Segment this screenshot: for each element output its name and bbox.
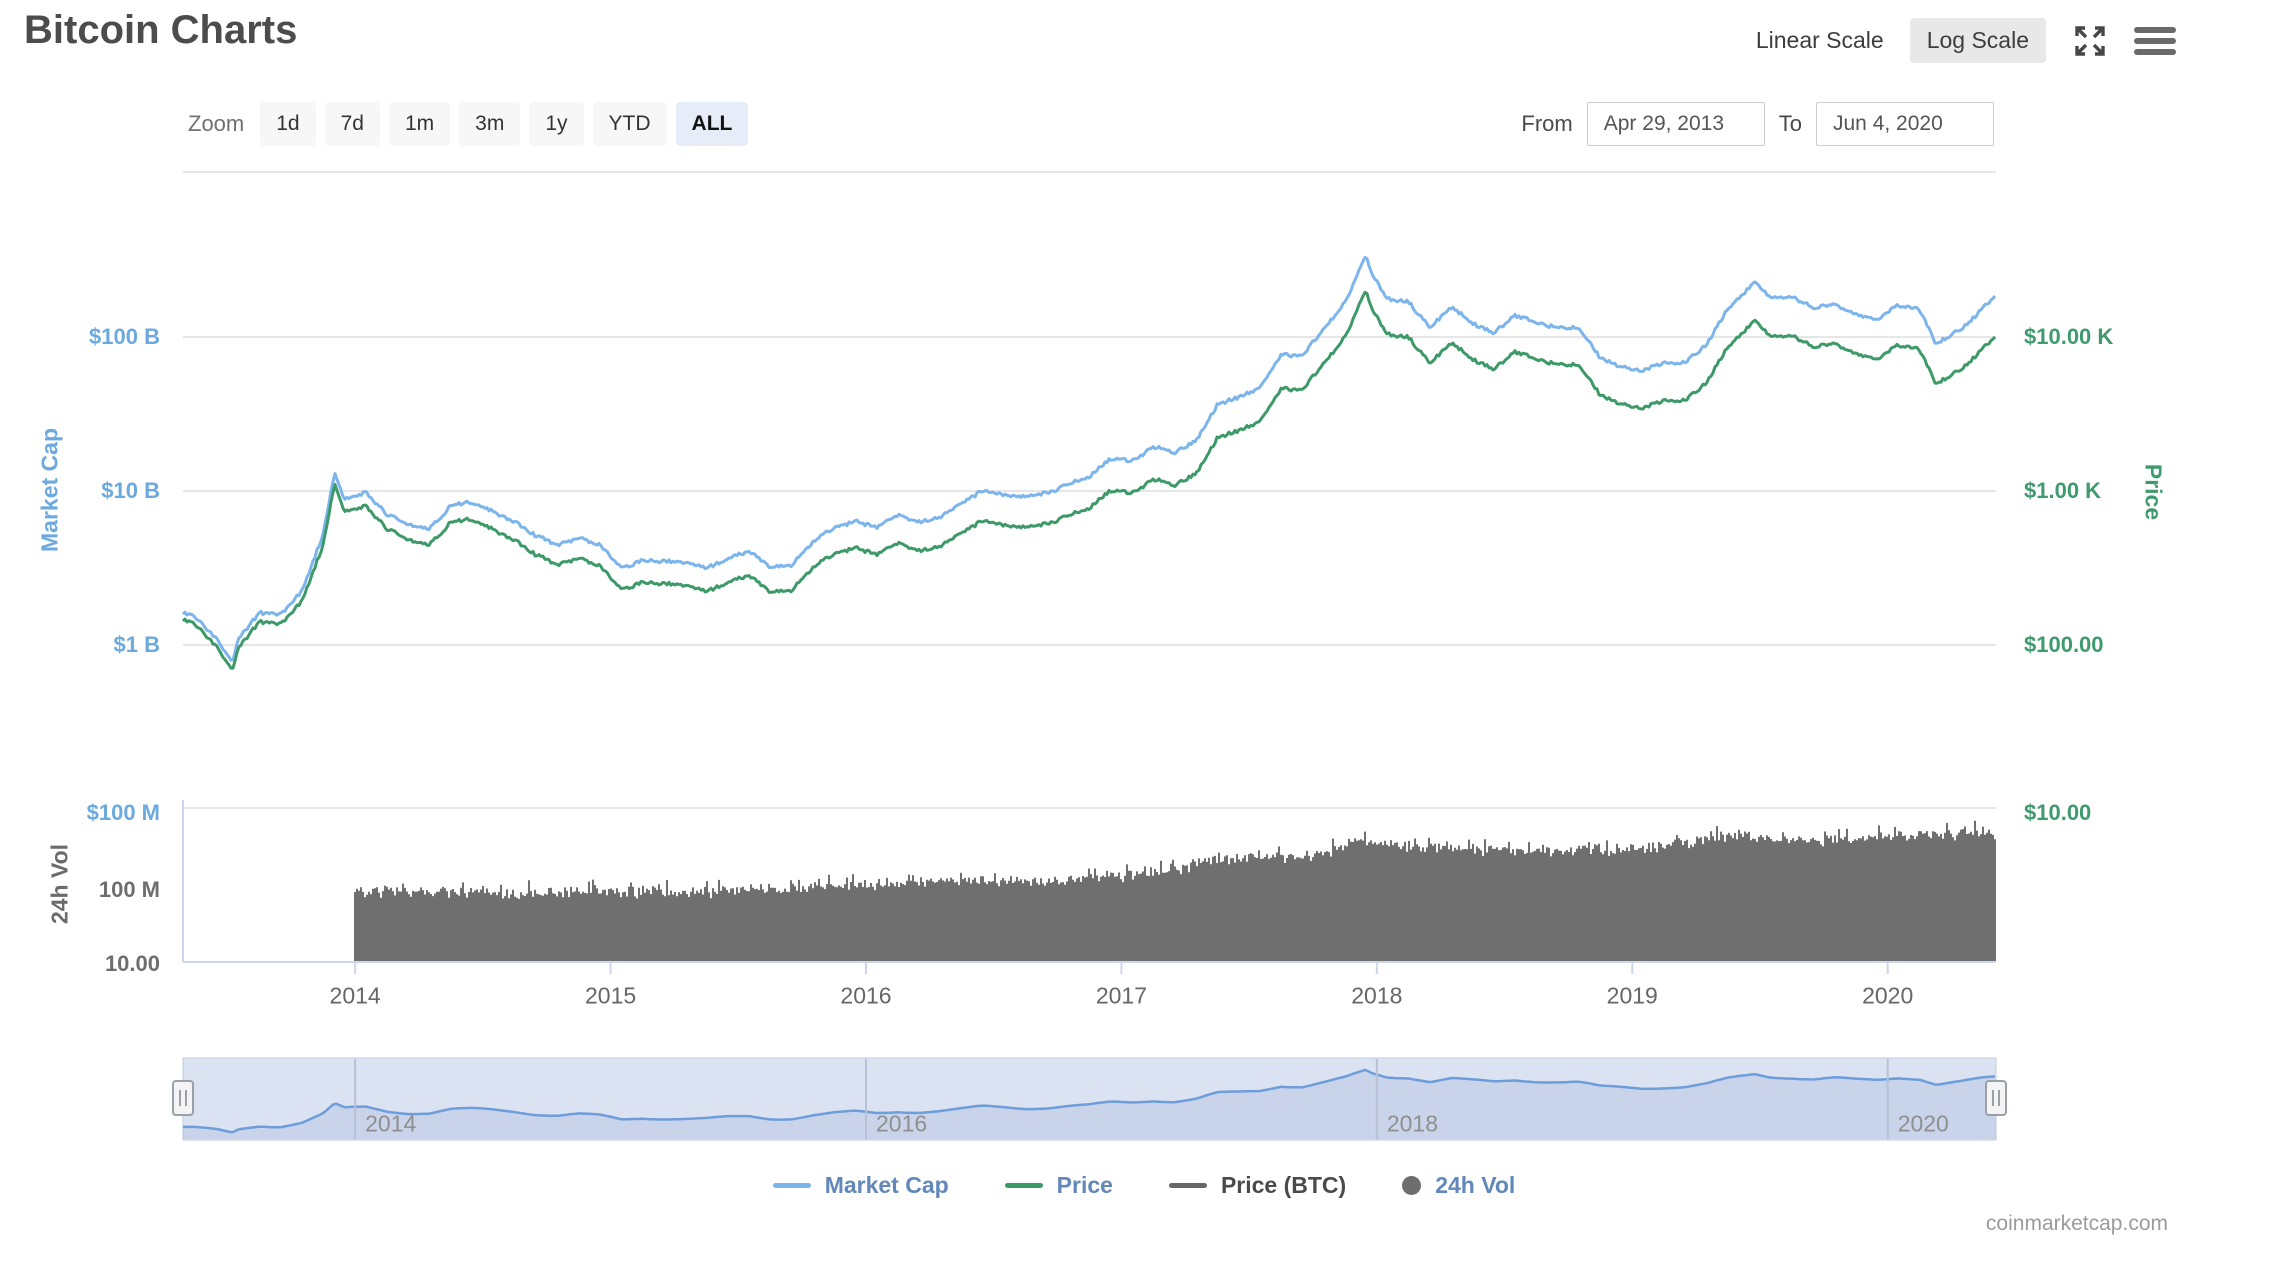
legend-dash-marker: [1169, 1183, 1207, 1188]
legend-item-price[interactable]: Price: [1005, 1172, 1113, 1199]
navigator-left-handle[interactable]: [173, 1081, 193, 1115]
legend-item-24h-vol[interactable]: 24h Vol: [1402, 1172, 1515, 1199]
chart-legend: Market Cap Price Price (BTC) 24h Vol: [0, 1172, 2288, 1199]
legend-item-label: Price: [1057, 1172, 1113, 1199]
legend-dash-marker: [1005, 1183, 1043, 1188]
volume-bars-series: [355, 821, 1995, 962]
legend-item-label: 24h Vol: [1435, 1172, 1515, 1199]
legend-item-label: Market Cap: [825, 1172, 949, 1199]
price-series: [183, 292, 1995, 668]
legend-item-price-btc[interactable]: Price (BTC): [1169, 1172, 1346, 1199]
market-cap-series: [183, 258, 1995, 661]
navigator-right-handle[interactable]: [1986, 1081, 2006, 1115]
legend-item-label: Price (BTC): [1221, 1172, 1346, 1199]
chart-canvas[interactable]: [0, 0, 2288, 1274]
legend-item-market-cap[interactable]: Market Cap: [773, 1172, 949, 1199]
legend-dash-marker: [773, 1183, 811, 1188]
watermark: coinmarketcap.com: [1986, 1212, 2168, 1236]
legend-circle-marker: [1402, 1176, 1421, 1195]
bitcoin-charts-page: Bitcoin Charts Linear Scale Log Scale Zo…: [0, 0, 2288, 1274]
